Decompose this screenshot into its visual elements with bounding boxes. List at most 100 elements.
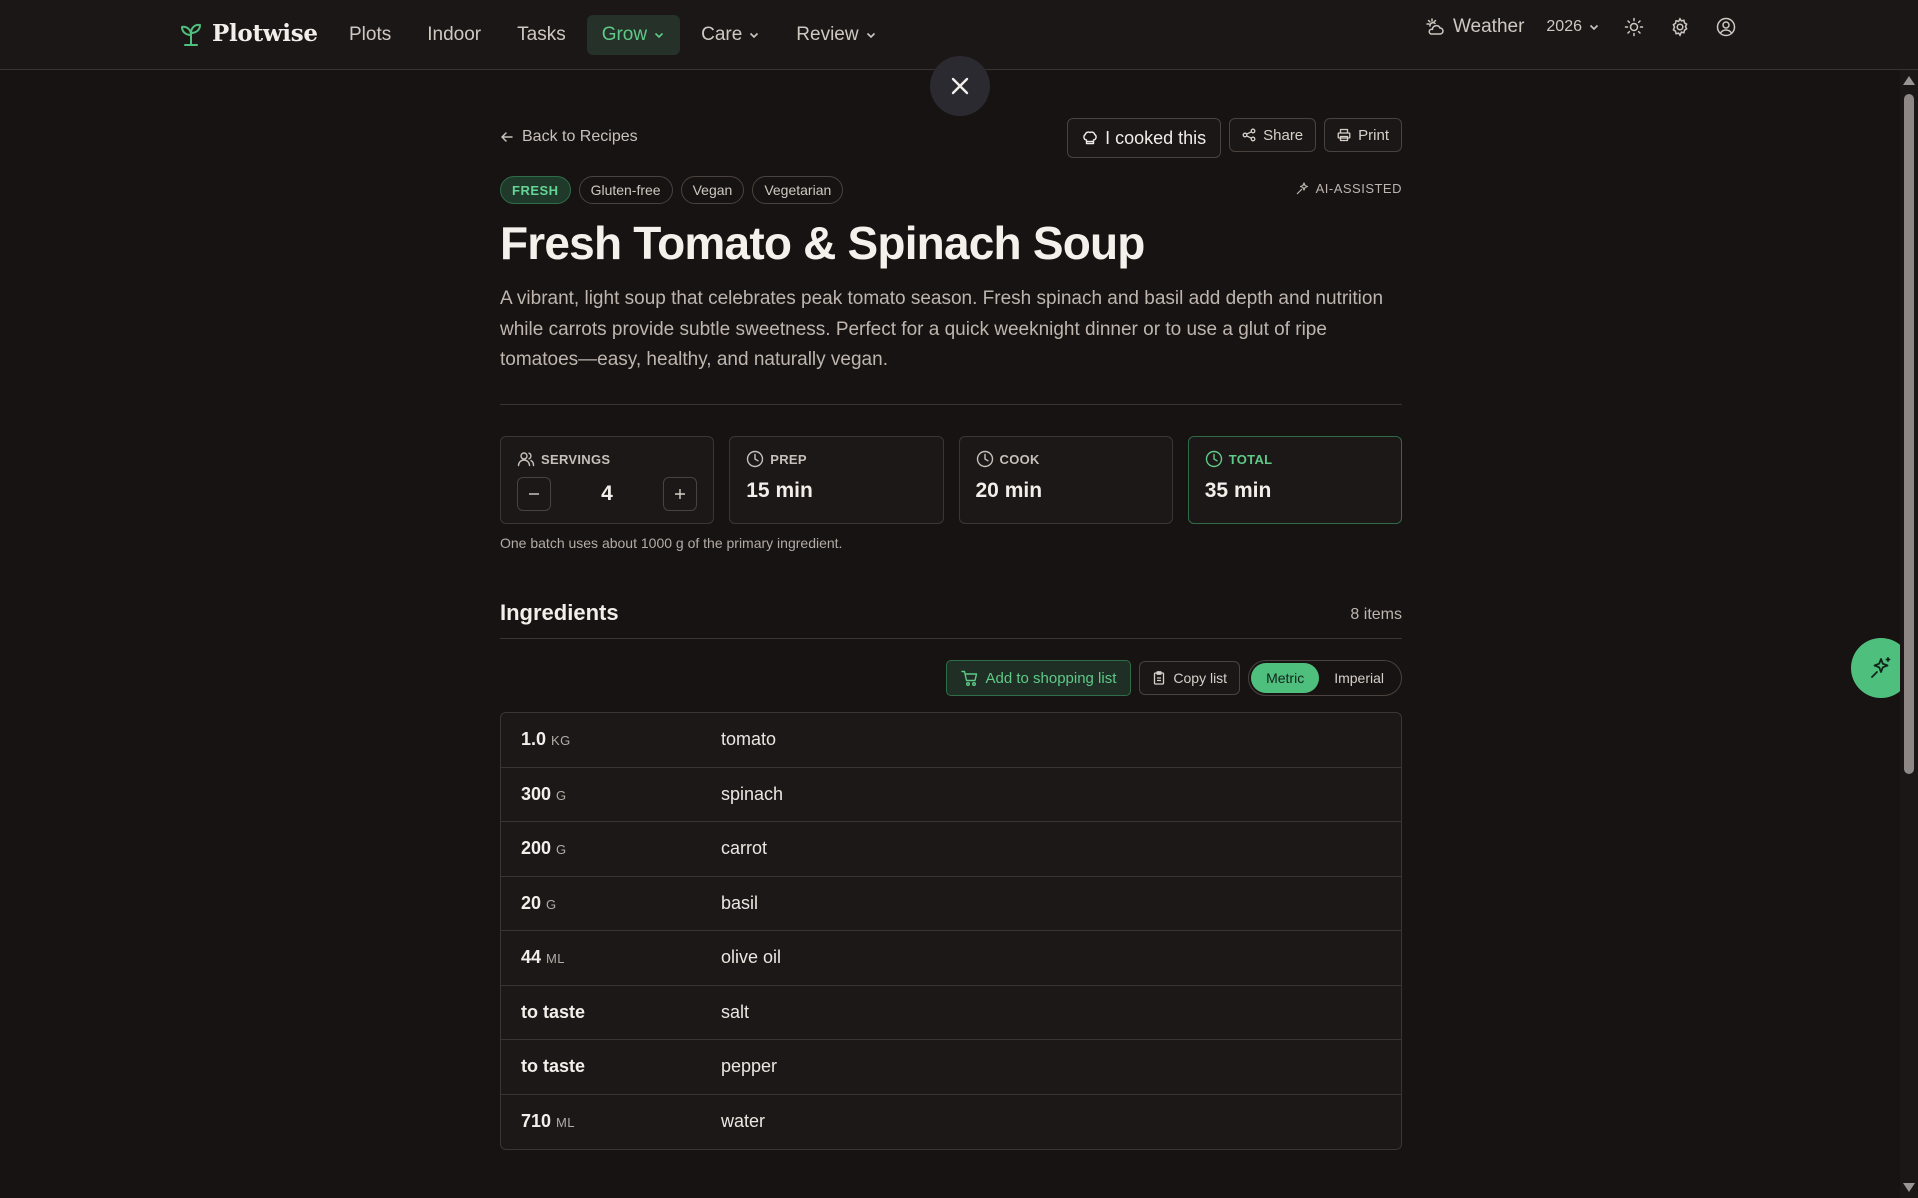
printer-icon: [1337, 128, 1351, 142]
quantity-unit: ML: [556, 1115, 575, 1131]
nav-indoor[interactable]: Indoor: [412, 15, 496, 55]
clock-icon: [976, 450, 993, 468]
ingredient-name: carrot: [721, 838, 768, 859]
unit-toggle: Metric Imperial: [1248, 660, 1402, 696]
total-header: TOTAL: [1205, 450, 1273, 468]
share-label: Share: [1263, 126, 1304, 144]
nav-plots[interactable]: Plots: [334, 15, 406, 55]
user-circle-icon: [1716, 17, 1736, 37]
total-label: TOTAL: [1228, 451, 1273, 467]
year-select[interactable]: 2026: [1546, 18, 1600, 36]
ingredient-row: 710 ML water: [501, 1095, 1401, 1150]
nav-grow-label: Grow: [601, 24, 648, 45]
share-button[interactable]: Share: [1229, 118, 1317, 152]
divider: [500, 638, 1402, 639]
ingredient-name: water: [721, 1111, 766, 1132]
cart-icon: [961, 670, 978, 686]
ingredient-row: 300 G spinach: [501, 768, 1401, 822]
ingredient-row: 1.0 KG tomato: [501, 713, 1401, 768]
weather-button[interactable]: Weather: [1425, 16, 1524, 38]
print-button[interactable]: Print: [1324, 118, 1402, 152]
prep-label: PREP: [770, 451, 807, 467]
ingredient-quantity: 44 ML: [501, 947, 721, 968]
scroll-thumb[interactable]: [1904, 94, 1914, 774]
ingredient-name: spinach: [721, 783, 784, 804]
nav-plots-label: Plots: [349, 24, 392, 45]
sprout-logo-icon: [180, 21, 202, 47]
ingredient-row: 20 G basil: [501, 877, 1401, 931]
unit-metric-option[interactable]: Metric: [1251, 663, 1320, 693]
arrow-left-icon: [501, 132, 513, 142]
ingredient-quantity: 200 G: [501, 838, 721, 859]
chevron-down-icon: [750, 32, 759, 39]
main-nav: Plots Indoor Tasks Grow Care Review: [334, 15, 892, 55]
add-shopping-label: Add to shopping list: [985, 669, 1117, 687]
weather-label: Weather: [1452, 16, 1525, 37]
nav-review[interactable]: Review: [781, 15, 891, 55]
quantity-amount: 1.0: [521, 729, 547, 750]
quantity-amount: 20: [521, 892, 542, 913]
settings-button[interactable]: [1668, 15, 1692, 39]
ingredient-name: olive oil: [721, 947, 782, 968]
minus-icon: [529, 493, 539, 495]
back-to-recipes-link[interactable]: Back to Recipes: [500, 128, 638, 146]
ingredient-quantity: 20 G: [501, 893, 721, 914]
gear-icon: [1672, 17, 1688, 37]
ingredient-name: salt: [721, 1001, 750, 1022]
servings-header: SERVINGS: [517, 450, 610, 468]
close-button[interactable]: [930, 56, 990, 116]
ingredient-name: tomato: [721, 729, 777, 750]
recipe-stats: SERVINGS 4 PREP 15 min COOK 20 min TOTAL…: [500, 436, 1402, 524]
nav-tasks-label: Tasks: [517, 24, 566, 45]
add-to-shopping-list-button[interactable]: Add to shopping list: [946, 660, 1132, 696]
quantity-unit: G: [556, 787, 567, 803]
scroll-down-arrow[interactable]: [1903, 1183, 1915, 1192]
batch-note: One batch uses about 1000 g of the prima…: [500, 535, 843, 551]
quantity-amount: 200: [521, 838, 552, 859]
nav-indoor-label: Indoor: [427, 24, 482, 45]
copy-list-button[interactable]: Copy list: [1139, 661, 1241, 695]
sparkles-icon: [1871, 657, 1891, 678]
back-label: Back to Recipes: [522, 128, 638, 145]
quantity-unit: G: [556, 842, 567, 858]
recipe-description: A vibrant, light soup that celebrates pe…: [500, 288, 1384, 370]
unit-imperial-option[interactable]: Imperial: [1319, 663, 1399, 693]
cooked-label: I cooked this: [1105, 127, 1207, 148]
nav-care[interactable]: Care: [686, 15, 775, 55]
nav-right: Weather 2026: [1425, 15, 1738, 39]
prep-value: 15 min: [746, 479, 813, 502]
brand-name: Plotwise: [212, 20, 318, 47]
tag-vegan: Vegan: [680, 176, 745, 204]
quantity-amount: to taste: [521, 1001, 586, 1022]
recipe-header-actions: Back to Recipes I cooked this Share Prin…: [500, 118, 1402, 158]
nav-tasks[interactable]: Tasks: [502, 15, 581, 55]
clock-icon: [1205, 450, 1222, 468]
cook-label: COOK: [999, 451, 1040, 467]
clipboard-icon: [1154, 671, 1165, 685]
servings-label: SERVINGS: [541, 451, 611, 467]
share-icon: [1242, 128, 1256, 142]
quantity-amount: 710: [521, 1111, 552, 1132]
ingredient-row: 44 ML olive oil: [501, 931, 1401, 986]
scroll-up-arrow[interactable]: [1903, 76, 1915, 85]
quantity-amount: 44: [521, 947, 542, 968]
recipe-title: Fresh Tomato & Spinach Soup: [500, 217, 1145, 269]
quantity-unit: ML: [546, 951, 565, 967]
brand[interactable]: Plotwise: [180, 20, 318, 47]
nav-grow[interactable]: Grow: [586, 15, 681, 55]
quantity-unit: G: [546, 896, 557, 912]
increase-servings-button[interactable]: [663, 477, 697, 511]
ingredient-quantity: to taste: [501, 1002, 721, 1023]
copy-list-label: Copy list: [1173, 670, 1228, 686]
divider: [500, 404, 1402, 405]
account-button[interactable]: [1714, 15, 1738, 39]
ingredient-quantity: 1.0 KG: [501, 729, 721, 750]
chevron-down-icon: [866, 32, 875, 39]
ingredients-toolbar: Add to shopping list Copy list Metric Im…: [946, 660, 1402, 696]
i-cooked-this-button[interactable]: I cooked this: [1067, 118, 1222, 158]
theme-toggle-button[interactable]: [1622, 15, 1646, 39]
page-scrollbar[interactable]: [1900, 70, 1918, 1198]
tag-vegetarian: Vegetarian: [752, 176, 844, 204]
ingredient-name: pepper: [721, 1056, 778, 1077]
decrease-servings-button[interactable]: [517, 477, 551, 511]
